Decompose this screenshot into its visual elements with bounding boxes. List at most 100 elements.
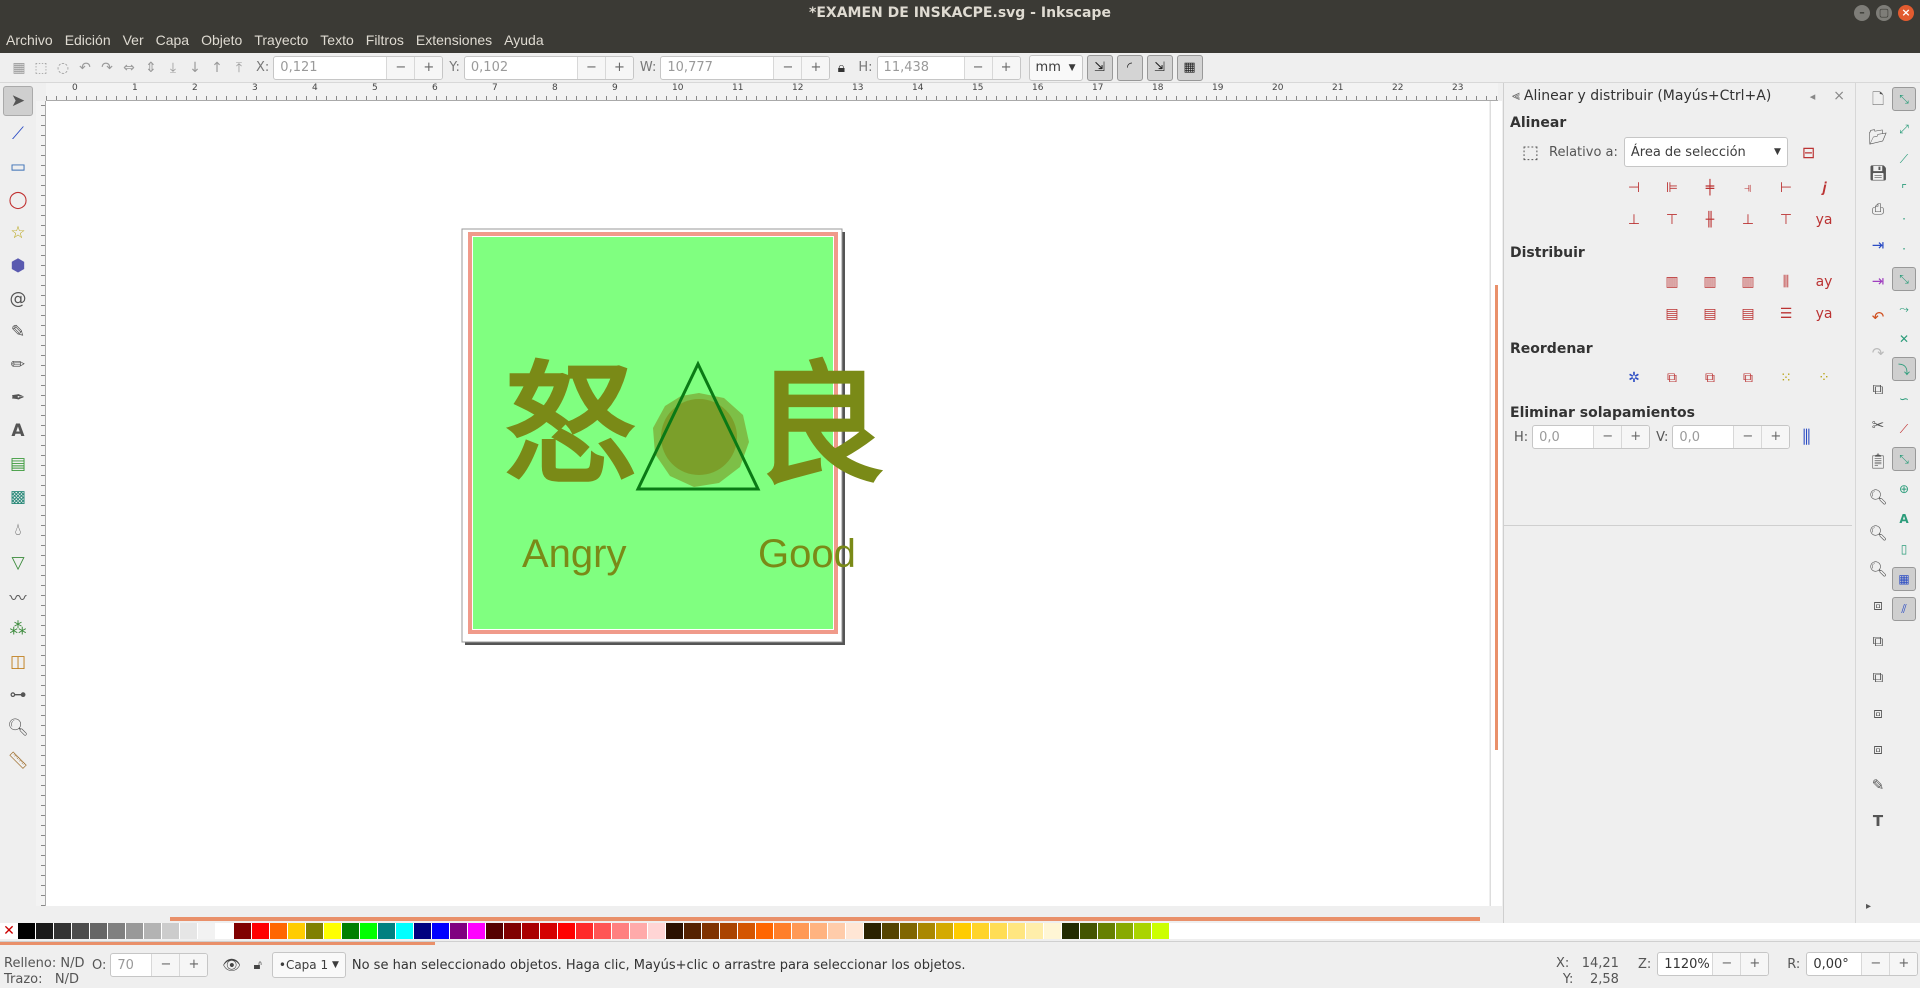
circle-shape[interactable]	[661, 399, 737, 475]
distribute-bottom-edges-icon[interactable]: ▤	[1735, 301, 1761, 327]
zoom-drawing-icon[interactable]: 🔍︎	[1864, 519, 1892, 547]
menu-objeto[interactable]: Objeto	[201, 32, 242, 48]
color-swatch[interactable]	[1044, 923, 1062, 939]
paint-bucket-tool-icon[interactable]: ▽	[3, 548, 33, 578]
color-swatch[interactable]	[774, 923, 792, 939]
color-swatch[interactable]	[846, 923, 864, 939]
select-all-icon[interactable]: ▦	[8, 57, 30, 79]
scale-stroke-toggle[interactable]: ⇲	[1086, 54, 1113, 81]
color-swatch[interactable]	[1152, 923, 1170, 939]
color-swatch[interactable]	[936, 923, 954, 939]
snap-guides-icon[interactable]: ⫽	[1892, 597, 1916, 621]
deselect-icon[interactable]: ◌	[52, 57, 74, 79]
snap-bbox-edges-icon[interactable]: ⟋	[1892, 147, 1916, 171]
color-swatch[interactable]	[342, 923, 360, 939]
color-swatch[interactable]	[486, 923, 504, 939]
pencil-tool-icon[interactable]: ✏	[3, 350, 33, 380]
text-font-icon[interactable]: T	[1864, 807, 1892, 835]
color-swatch[interactable]	[828, 923, 846, 939]
color-swatch[interactable]	[252, 923, 270, 939]
distribute-centers-h-icon[interactable]: ▥	[1697, 269, 1723, 295]
graph-layout-icon[interactable]: ✲	[1621, 365, 1647, 391]
tweak-tool-icon[interactable]: 〰	[3, 581, 33, 611]
word-angry[interactable]: Angry	[522, 532, 627, 576]
color-swatch[interactable]	[882, 923, 900, 939]
unclump-icon[interactable]: ⁘	[1811, 365, 1837, 391]
snap-enable-icon[interactable]: ⤡	[1892, 87, 1916, 111]
kanji-good[interactable]: 良	[753, 349, 885, 503]
unlink-clone-icon[interactable]: ⧉	[1864, 663, 1892, 691]
spray-tool-icon[interactable]: ⁂	[3, 614, 33, 644]
color-swatch[interactable]	[540, 923, 558, 939]
color-swatch[interactable]	[954, 923, 972, 939]
export-icon[interactable]: ⇥	[1864, 267, 1892, 295]
remove-overlaps-button-icon[interactable]: ⫼	[1802, 427, 1810, 448]
clone-icon[interactable]: ⧉	[1864, 627, 1892, 655]
snap-cusp-nodes-icon[interactable]: ⤵	[1892, 357, 1916, 381]
vertical-ruler[interactable]	[36, 101, 46, 906]
snap-bbox-icon[interactable]: ⤢	[1892, 117, 1916, 141]
zoom-field[interactable]: 1120% − +	[1657, 952, 1770, 976]
color-swatch[interactable]	[468, 923, 486, 939]
kanji-angry[interactable]: 怒	[504, 349, 636, 503]
color-swatch[interactable]	[792, 923, 810, 939]
panel-close-icon[interactable]: ×	[1833, 88, 1845, 104]
node-tool-icon[interactable]: ⟋	[3, 119, 33, 149]
paste-icon[interactable]: 📋︎	[1864, 447, 1892, 475]
scroll-thumb[interactable]	[1495, 285, 1498, 750]
more-icon[interactable]: ▸	[1866, 901, 1871, 912]
color-swatch[interactable]	[576, 923, 594, 939]
opacity-field[interactable]: 70− +	[110, 953, 209, 977]
menu-edicion[interactable]: Edición	[65, 32, 111, 48]
distribute-gaps-h-icon[interactable]: ⫼	[1773, 269, 1799, 295]
fill-stroke-icon[interactable]: ✎	[1864, 771, 1892, 799]
import-icon[interactable]: ⇥	[1864, 231, 1892, 259]
color-swatch[interactable]	[1008, 923, 1026, 939]
color-swatch[interactable]	[1098, 923, 1116, 939]
color-swatch[interactable]	[270, 923, 288, 939]
distribute-baselines-h-icon[interactable]: ay	[1811, 269, 1837, 295]
no-paint-swatch[interactable]: ✕	[0, 923, 18, 939]
color-swatch[interactable]	[108, 923, 126, 939]
color-swatch[interactable]	[216, 923, 234, 939]
snap-paths-icon[interactable]: ⤳	[1892, 297, 1916, 321]
bezier-tool-icon[interactable]: ✎	[3, 317, 33, 347]
color-swatch[interactable]	[738, 923, 756, 939]
minimize-button[interactable]: –	[1854, 5, 1870, 21]
snap-bbox-midpoints-icon[interactable]: ⋅	[1892, 207, 1916, 231]
color-swatch[interactable]	[594, 923, 612, 939]
color-swatch[interactable]	[1062, 923, 1080, 939]
star-tool-icon[interactable]: ☆	[3, 218, 33, 248]
color-swatch[interactable]	[918, 923, 936, 939]
scale-corners-toggle[interactable]: ◜	[1116, 54, 1143, 81]
undo-icon[interactable]: ↶	[1864, 303, 1892, 331]
layer-lock-icon[interactable]: 🔓︎	[253, 958, 261, 973]
w-field[interactable]: 10,777− +	[660, 55, 831, 80]
eraser-tool-icon[interactable]: ◫	[3, 647, 33, 677]
menu-trayecto[interactable]: Trayecto	[254, 32, 308, 48]
color-swatch[interactable]	[378, 923, 396, 939]
vertical-scrollbar[interactable]	[1490, 101, 1502, 906]
zoom-tool-icon[interactable]: 🔍︎	[3, 713, 33, 743]
flip-vertical-icon[interactable]: ⇕	[140, 57, 162, 79]
ungroup-icon[interactable]: ⧈	[1864, 735, 1892, 763]
flip-horizontal-icon[interactable]: ⇔	[118, 57, 140, 79]
zoom-selection-icon[interactable]: 🔍︎	[1864, 483, 1892, 511]
color-swatch[interactable]	[306, 923, 324, 939]
color-swatch[interactable]	[90, 923, 108, 939]
snap-object-centers-icon[interactable]: ⤡	[1892, 447, 1916, 471]
distribute-gaps-v-icon[interactable]: ☰	[1773, 301, 1799, 327]
x-field[interactable]: 0,121− +	[273, 55, 444, 80]
distribute-left-edges-icon[interactable]: ▥	[1659, 269, 1685, 295]
align-baseline-vertical-icon[interactable]: 𝒋	[1811, 175, 1837, 201]
panel-iconify-icon[interactable]: ◂	[1810, 90, 1816, 103]
color-swatch[interactable]	[666, 923, 684, 939]
distribute-centers-v-icon[interactable]: ▤	[1697, 301, 1723, 327]
move-patterns-toggle[interactable]: ▦	[1176, 54, 1203, 81]
color-swatch[interactable]	[18, 923, 36, 939]
menu-ver[interactable]: Ver	[123, 32, 144, 48]
color-swatch[interactable]	[432, 923, 450, 939]
text-tool-icon[interactable]: A	[3, 416, 33, 446]
snap-nodes-icon[interactable]: ⤡	[1892, 267, 1916, 291]
snap-grids-icon[interactable]: ▦	[1892, 567, 1916, 591]
